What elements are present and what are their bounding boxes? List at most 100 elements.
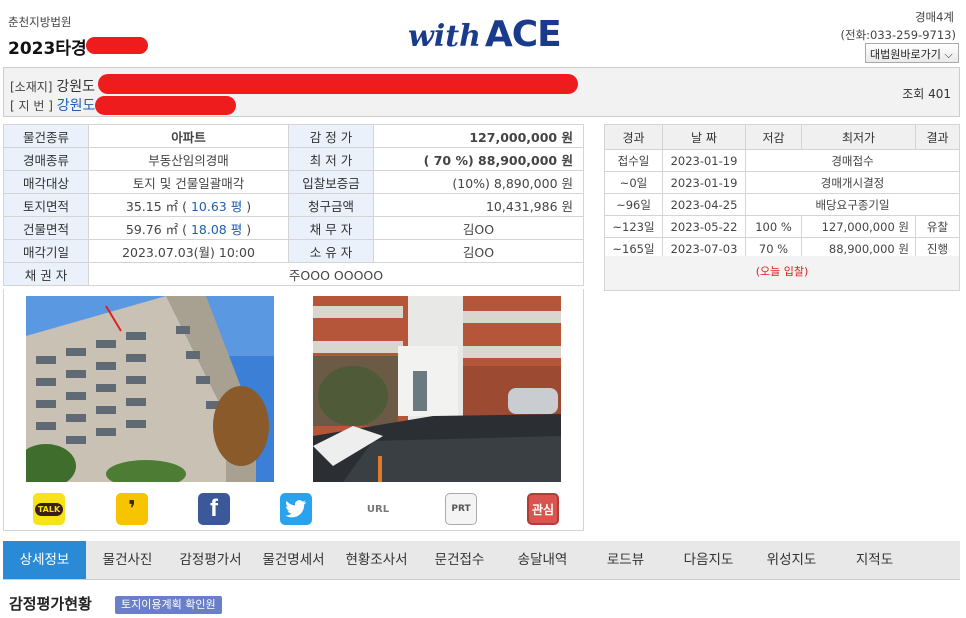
- col-minimum-price: 최저가: [801, 124, 916, 150]
- table-row: ~123일 2023-05-22 100 % 127,000,000 원 유찰: [604, 215, 960, 238]
- sale-date: 2023.07.03(월) 10:00: [88, 239, 289, 263]
- facebook-share-icon[interactable]: f: [198, 493, 230, 525]
- minimum-price: 127,000,000 원: [801, 215, 916, 238]
- cell-label: 경매종류: [3, 147, 89, 171]
- redaction-lot: [95, 96, 236, 115]
- area-close: ): [246, 221, 252, 237]
- print-icon[interactable]: PRT: [445, 493, 477, 525]
- logo-ace: ACE: [484, 14, 562, 55]
- cell-label: 소 유 자: [288, 239, 374, 263]
- table-row: 채 권 자 주OOO OOOOO: [3, 262, 584, 286]
- table-row: 경매종류 부동산임의경매 최 저 가 ( 70 %) 88,900,000 원: [3, 147, 584, 171]
- date: 2023-01-19: [662, 171, 746, 194]
- land-area: 35.15 ㎡ ( 10.63 평 ): [88, 193, 289, 217]
- result: 유찰: [915, 215, 960, 238]
- debtor: 김OO: [373, 216, 584, 240]
- date: 2023-05-22: [662, 215, 746, 238]
- kakaostory-share-icon[interactable]: ❜: [116, 493, 148, 525]
- tab-satellite[interactable]: 위성지도: [750, 541, 833, 579]
- tab-specification[interactable]: 물건명세서: [252, 541, 335, 579]
- table-row: ~0일 2023-01-19 경매개시결정: [604, 171, 960, 194]
- cut-rate: 100 %: [745, 215, 802, 238]
- cell-value: 아파트: [88, 124, 289, 148]
- site-logo[interactable]: with ACE: [408, 14, 562, 55]
- minimum-price: ( 70 %) 88,900,000 원: [373, 147, 584, 171]
- cell-label: 매각기일: [3, 239, 89, 263]
- redaction-case: [86, 37, 148, 54]
- col-cut: 저감: [745, 124, 802, 150]
- tab-delivery[interactable]: 송달내역: [501, 541, 584, 579]
- event: 배당요구종기일: [745, 193, 960, 216]
- apartment-photo-2[interactable]: [313, 296, 561, 482]
- elapsed: 접수일: [604, 149, 663, 172]
- supreme-court-shortcut-button[interactable]: 대법원바로가기 ⌵: [865, 43, 959, 63]
- land-use-plan-button[interactable]: 토지이용계획 확인원: [115, 596, 222, 614]
- lot-value-link[interactable]: 강원도: [57, 98, 96, 114]
- claim-amount: 10,431,986 원: [373, 193, 584, 217]
- date: 2023-04-25: [662, 193, 746, 216]
- table-row: 토지면적 35.15 ㎡ ( 10.63 평 ) 청구금액 10,431,986…: [3, 193, 584, 217]
- tab-cadastral[interactable]: 지적도: [833, 541, 916, 579]
- apartment-photo-1[interactable]: [26, 296, 274, 482]
- date: 2023-01-19: [662, 149, 746, 172]
- redaction-location: [98, 74, 578, 94]
- col-date: 날 짜: [662, 124, 746, 150]
- tab-roadview[interactable]: 로드뷰: [584, 541, 667, 579]
- col-elapsed: 경과: [604, 124, 663, 150]
- kakaotalk-share-icon[interactable]: TALK: [33, 493, 65, 525]
- section-title: 감정평가현황: [9, 595, 92, 613]
- owner: 김OO: [373, 239, 584, 263]
- cell-label: 물건종류: [3, 124, 89, 148]
- table-row: ~96일 2023-04-25 배당요구종기일: [604, 193, 960, 216]
- area-sqm: 59.76 ㎡ (: [125, 221, 191, 237]
- kakaotalk-label: TALK: [34, 502, 64, 516]
- cell-label: 채 권 자: [3, 262, 89, 286]
- cell-label: 감 정 가: [288, 124, 374, 148]
- area-pyeong: 10.63 평: [190, 198, 243, 214]
- court-department: 경매4계: [914, 10, 954, 24]
- today-bid-notice: (오늘 입찰): [604, 256, 960, 291]
- lot-label: [ 지 번 ]: [10, 99, 53, 113]
- tab-photos[interactable]: 물건사진: [86, 541, 169, 579]
- tab-daum-map[interactable]: 다음지도: [667, 541, 750, 579]
- area-close: ): [246, 198, 252, 214]
- court-phone: (전화:033-259-9713): [840, 28, 956, 42]
- creditor: 주OOO OOOOO: [88, 262, 584, 286]
- tab-survey[interactable]: 현황조사서: [335, 541, 418, 579]
- building-area: 59.76 ㎡ ( 18.08 평 ): [88, 216, 289, 240]
- appraisal-price: 127,000,000 원: [373, 124, 584, 148]
- cell-label: 최 저 가: [288, 147, 374, 171]
- col-result: 결과: [915, 124, 960, 150]
- elapsed: ~123일: [604, 215, 663, 238]
- cell-value: 부동산임의경매: [88, 147, 289, 171]
- auction-history-table: 경과 날 짜 저감 최저가 결과 접수일 2023-01-19 경매접수 ~0일…: [604, 124, 960, 260]
- elapsed: ~96일: [604, 193, 663, 216]
- table-row: 매각기일 2023.07.03(월) 10:00 소 유 자 김OO: [3, 239, 584, 263]
- lot-row: [ 지 번 ] 강원도: [10, 95, 95, 115]
- table-header-row: 경과 날 짜 저감 최저가 결과: [604, 124, 960, 150]
- case-number: 2023타경: [8, 39, 87, 59]
- event: 경매개시결정: [745, 171, 960, 194]
- url-copy-icon[interactable]: URL: [362, 493, 394, 525]
- tab-details[interactable]: 상세정보: [3, 541, 86, 579]
- tab-appraisal[interactable]: 감정평가서: [169, 541, 252, 579]
- logo-with: with: [408, 19, 481, 54]
- cell-label: 입찰보증금: [288, 170, 374, 194]
- court-name: 춘천지방법원: [8, 15, 72, 29]
- event: 경매접수: [745, 149, 960, 172]
- cell-label: 채 무 자: [288, 216, 374, 240]
- elapsed: ~0일: [604, 171, 663, 194]
- location-label: [소재지]: [10, 80, 53, 94]
- twitter-share-icon[interactable]: [280, 493, 312, 525]
- favorite-button[interactable]: 관심: [527, 493, 559, 525]
- cell-label: 토지면적: [3, 193, 89, 217]
- location-row: [소재지] 강원도: [10, 76, 95, 96]
- property-info-table: 물건종류 아파트 감 정 가 127,000,000 원 경매종류 부동산임의경…: [3, 124, 584, 286]
- area-sqm: 35.15 ㎡ (: [125, 198, 191, 214]
- area-pyeong: 18.08 평: [190, 221, 243, 237]
- cell-label: 청구금액: [288, 193, 374, 217]
- detail-tabs: 상세정보 물건사진 감정평가서 물건명세서 현황조사서 문건접수 송달내역 로드…: [3, 541, 960, 580]
- tab-documents[interactable]: 문건접수: [418, 541, 501, 579]
- cell-label: 건물면적: [3, 216, 89, 240]
- photo-panel: TALK ❜ f URL PRT 관심: [3, 289, 584, 531]
